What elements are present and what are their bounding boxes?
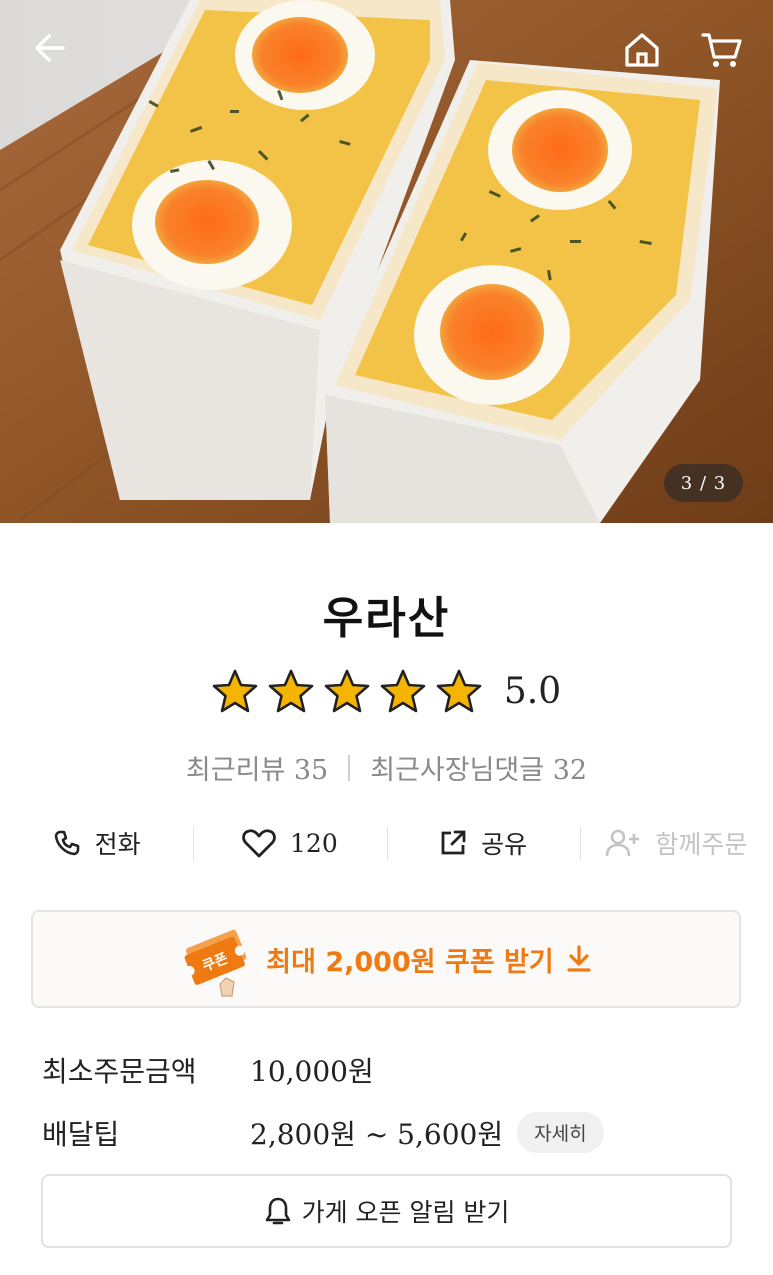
- egg-sandwich-photo: [0, 0, 773, 523]
- delivery-tip-row: 배달팁 2,800원 ~ 5,600원 자세히: [42, 1112, 604, 1153]
- delivery-tip-label: 배달팁: [42, 1117, 120, 1151]
- review-summary: 최근리뷰 35 최근사장님댓글 32: [0, 748, 773, 787]
- star-icon: [380, 669, 426, 713]
- rating-value: 5.0: [503, 670, 562, 712]
- like-button[interactable]: 120: [193, 818, 386, 868]
- image-pager: 3 / 3: [664, 464, 743, 502]
- star-icon: [268, 669, 314, 713]
- cart-button[interactable]: [698, 26, 746, 74]
- arrow-left-icon: [35, 34, 65, 62]
- coupon-download-button[interactable]: 쿠폰 최대 2,000원 쿠폰 받기: [31, 910, 741, 1008]
- home-button[interactable]: [618, 26, 666, 74]
- star-icon: [324, 669, 370, 713]
- share-icon: [441, 830, 466, 855]
- delivery-tip-detail-button[interactable]: 자세히: [517, 1112, 604, 1153]
- call-label: 전화: [94, 830, 141, 859]
- phone-icon: [54, 830, 79, 856]
- like-count: 120: [290, 828, 338, 858]
- heart-icon: [242, 829, 276, 858]
- share-label: 공유: [481, 830, 528, 859]
- star-icon: [436, 669, 482, 713]
- rating-row: 5.0: [0, 668, 773, 714]
- recent-reviews-link[interactable]: 최근리뷰 35: [186, 748, 328, 787]
- store-hero-image[interactable]: 3 / 3: [0, 0, 773, 523]
- home-icon: [625, 33, 659, 67]
- star-icon: [212, 669, 258, 713]
- coupon-label: 최대 2,000원 쿠폰 받기: [266, 946, 554, 978]
- add-person-icon: [606, 829, 640, 857]
- back-button[interactable]: [26, 24, 74, 72]
- min-order-value: 10,000원: [250, 1055, 374, 1088]
- group-order-button[interactable]: 함께주문: [579, 818, 773, 868]
- download-icon: [567, 945, 591, 972]
- store-name: 우라산: [322, 593, 451, 644]
- cart-icon: [701, 33, 742, 67]
- delivery-tip-value: 2,800원 ~ 5,600원: [250, 1117, 504, 1151]
- rating-stars: [212, 668, 482, 714]
- call-button[interactable]: 전화: [0, 818, 193, 868]
- group-order-label: 함께주문: [655, 830, 748, 859]
- owner-comments-link[interactable]: 최근사장님댓글 32: [370, 748, 587, 787]
- divider: [348, 754, 351, 781]
- store-actions: 전화 120 공유 함께주문: [0, 818, 773, 868]
- share-button[interactable]: 공유: [386, 818, 580, 868]
- coupon-ticket-icon: 쿠폰: [184, 929, 247, 997]
- min-order-row: 최소주문금액 10,000원: [42, 1050, 374, 1090]
- min-order-label: 최소주문금액: [42, 1055, 197, 1088]
- store-open-notify-button[interactable]: 가게 오픈 알림 받기: [41, 1174, 732, 1248]
- bell-icon: [265, 1197, 290, 1225]
- store-open-notify-label: 가게 오픈 알림 받기: [301, 1198, 510, 1227]
